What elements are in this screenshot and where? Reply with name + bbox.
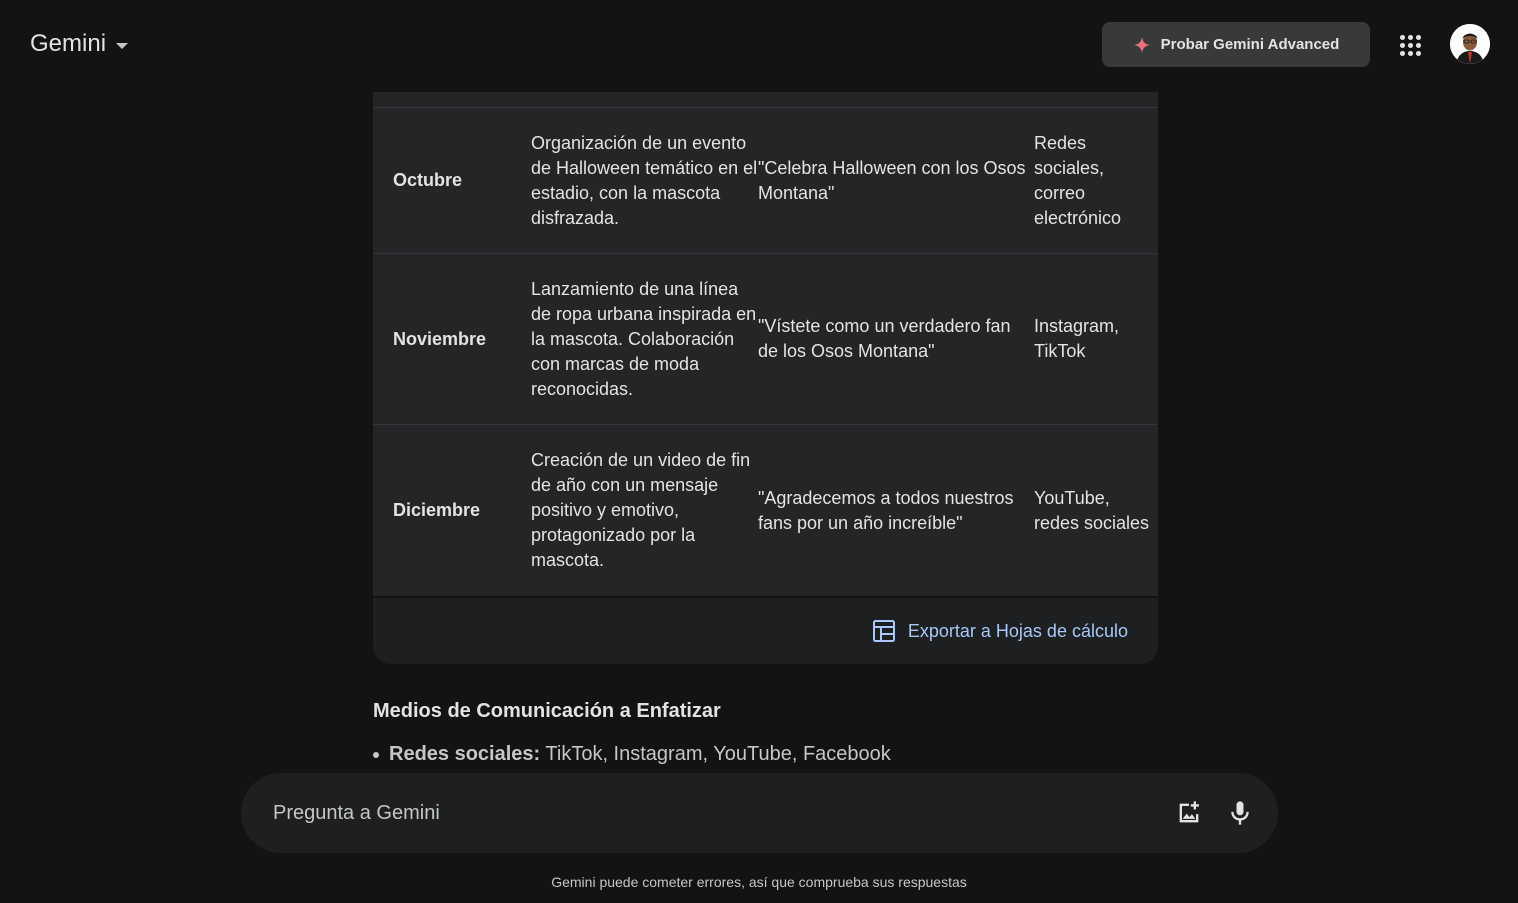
month-cell: Diciembre: [393, 500, 481, 520]
user-avatar-icon: [1450, 24, 1490, 64]
table-row: Octubre Organización de un evento de Hal…: [373, 108, 1158, 254]
list-item-text: Redes sociales: TikTok, Instagram, YouTu…: [389, 743, 891, 766]
list-item-label: Redes sociales:: [389, 743, 541, 765]
model-selector[interactable]: Gemini: [30, 30, 129, 58]
brand-name: Gemini: [30, 30, 107, 57]
export-bar: Exportar a Hojas de cálculo: [373, 596, 1158, 664]
chevron-down-icon: [116, 43, 129, 49]
top-bar: Gemini Probar Gemini Advanced: [0, 0, 1518, 92]
action-cell: Organización de un evento de Halloween t…: [531, 132, 758, 228]
export-to-sheets-button[interactable]: Exportar a Hojas de cálculo: [872, 619, 1128, 643]
disclaimer-text: Gemini puede cometer errores, así que co…: [551, 874, 967, 890]
bullet-dot: [373, 751, 379, 758]
list-item: Redes sociales: TikTok, Instagram, YouTu…: [373, 743, 891, 766]
month-cell: Noviembre: [393, 328, 487, 349]
channels-cell: YouTube, redes sociales: [1034, 487, 1150, 533]
table-row: Noviembre Lanzamiento de una línea de ro…: [373, 254, 1158, 425]
try-advanced-button[interactable]: Probar Gemini Advanced: [1102, 22, 1370, 67]
action-cell: Lanzamiento de una línea de ropa urbana …: [531, 278, 757, 399]
response-table-card: Octubre Organización de un evento de Hal…: [373, 80, 1158, 664]
slogan-cell: "Celebra Halloween con los Osos Montana": [758, 157, 1026, 203]
slogan-cell: "Vístete como un verdadero fan de los Os…: [758, 316, 1011, 361]
section-heading: Medios de Comunicación a Enfatizar: [373, 700, 721, 722]
slogan-cell: "Agradecemos a todos nuestros fans por u…: [758, 487, 1014, 533]
add-image-icon[interactable]: [1175, 799, 1203, 827]
advanced-button-label: Probar Gemini Advanced: [1160, 36, 1340, 53]
campaign-table: Octubre Organización de un evento de Hal…: [373, 80, 1158, 596]
export-label: Exportar a Hojas de cálculo: [907, 620, 1128, 641]
sparkle-icon: [1133, 36, 1150, 53]
sheets-table-icon: [872, 620, 895, 642]
prompt-input[interactable]: [273, 773, 1133, 853]
action-cell: Creación de un video de fin de año con u…: [531, 450, 751, 570]
channels-cell: Instagram, TikTok: [1034, 316, 1120, 361]
list-item-value: TikTok, Instagram, YouTube, Facebook: [540, 743, 891, 765]
table-row: Diciembre Creación de un video de fin de…: [373, 425, 1158, 596]
prompt-bar: [241, 773, 1278, 853]
channels-cell: Redes sociales, correo electrónico: [1034, 132, 1122, 228]
month-cell: Octubre: [393, 170, 463, 190]
google-apps-icon[interactable]: [1398, 33, 1422, 57]
microphone-icon[interactable]: [1226, 799, 1254, 827]
avatar[interactable]: [1450, 24, 1490, 64]
